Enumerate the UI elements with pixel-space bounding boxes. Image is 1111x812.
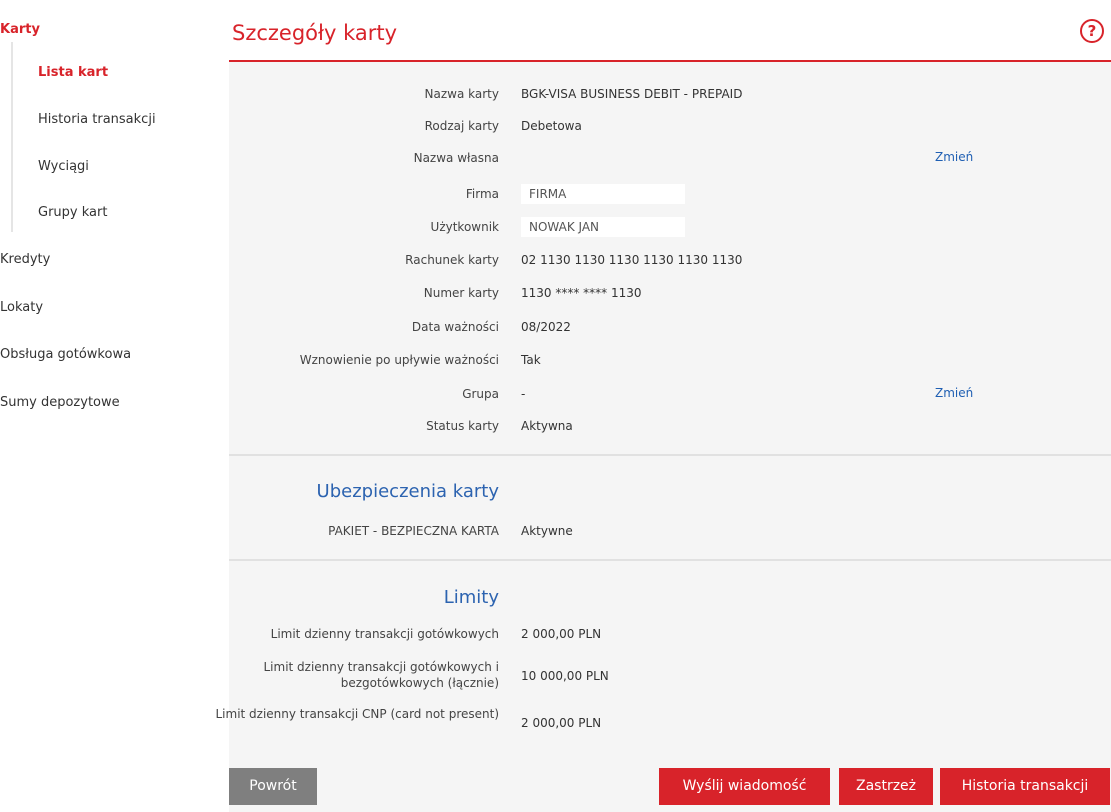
section-divider — [229, 559, 1111, 561]
nav-item-obsluga-gotowkowa[interactable]: Obsługa gotówkowa — [0, 347, 131, 362]
detail-label: Nazwa karty — [424, 87, 499, 101]
detail-row-status-karty: Status karty Aktywna — [229, 418, 1111, 438]
back-button[interactable]: Powrót — [229, 768, 317, 805]
nav-item-lokaty[interactable]: Lokaty — [0, 300, 43, 315]
detail-label: Grupa — [462, 387, 499, 401]
detail-label: Nazwa własna — [413, 151, 499, 165]
transaction-history-button[interactable]: Historia transakcji — [940, 768, 1110, 805]
limit-row: Limit dzienny transakcji gotówkowych 2 0… — [229, 626, 1111, 646]
detail-label: Data ważności — [411, 320, 499, 334]
help-icon[interactable]: ? — [1080, 19, 1104, 43]
nav-item-grupy-kart[interactable]: Grupy kart — [38, 205, 107, 220]
insurance-section-title: Ubezpieczenia karty — [316, 481, 499, 502]
sidebar-subnav-line — [11, 42, 13, 232]
send-message-button[interactable]: Wyślij wiadomość — [659, 768, 830, 805]
panel-header: Szczegóły karty ? — [229, 6, 1111, 62]
detail-label: Status karty — [426, 419, 499, 433]
detail-value: Tak — [521, 353, 541, 367]
detail-label: Firma — [465, 187, 499, 201]
section-divider — [229, 454, 1111, 456]
detail-value: 08/2022 — [521, 320, 571, 334]
detail-row-data-waznosci: Data ważności 08/2022 — [229, 319, 1111, 339]
detail-value: - — [521, 387, 526, 401]
limit-label: Limit dzienny transakcji gotówkowych i b… — [263, 660, 499, 690]
change-custom-name-link[interactable]: Zmień — [935, 150, 973, 164]
detail-row-rachunek-karty: Rachunek karty 02 1130 1130 1130 1130 11… — [229, 252, 1111, 272]
detail-row-nazwa-karty: Nazwa karty BGK-VISA BUSINESS DEBIT - PR… — [229, 86, 1111, 106]
limit-row: Limit dzienny transakcji gotówkowych i b… — [229, 659, 1111, 693]
detail-label: Rodzaj karty — [424, 119, 499, 133]
nav-item-sumy-depozytowe[interactable]: Sumy depozytowe — [0, 395, 120, 410]
detail-label: Wznowienie po upływie ważności — [299, 353, 499, 367]
detail-row-grupa: Grupa - Zmień — [229, 386, 1111, 406]
detail-row-uzytkownik: Użytkownik NOWAK JAN — [229, 217, 1111, 239]
detail-value: BGK-VISA BUSINESS DEBIT - PREPAID — [521, 87, 743, 101]
nav-item-kredyty[interactable]: Kredyty — [0, 252, 50, 267]
nav-item-wyciagi[interactable]: Wyciągi — [38, 159, 89, 174]
limit-value: 2 000,00 PLN — [521, 716, 602, 730]
detail-row-nazwa-wlasna: Nazwa własna Zmień — [229, 150, 1111, 170]
card-status-value: Aktywna — [521, 419, 573, 433]
detail-value: 02 1130 1130 1130 1130 1130 1130 — [521, 253, 743, 267]
user-value: NOWAK JAN — [521, 217, 685, 237]
limit-label: Limit dzienny transakcji CNP (card not p… — [215, 707, 499, 721]
detail-label: Numer karty — [423, 286, 499, 300]
insurance-label: PAKIET - BEZPIECZNA KARTA — [328, 524, 499, 538]
detail-value: 1130 **** **** 1130 — [521, 286, 642, 300]
sidebar: Karty Lista kart Historia transakcji Wyc… — [0, 0, 210, 812]
nav-item-karty[interactable]: Karty — [0, 22, 40, 37]
nav-item-lista-kart[interactable]: Lista kart — [38, 65, 108, 80]
block-card-button[interactable]: Zastrzeż — [839, 768, 933, 805]
detail-label: Rachunek karty — [405, 253, 499, 267]
detail-label: Użytkownik — [430, 220, 499, 234]
detail-row-wznowienie: Wznowienie po upływie ważności Tak — [229, 352, 1111, 372]
limit-value: 10 000,00 PLN — [521, 669, 609, 683]
limits-section-title: Limity — [443, 587, 499, 608]
detail-value: Debetowa — [521, 119, 582, 133]
limit-row: Limit dzienny transakcji CNP (card not p… — [215, 706, 1111, 740]
detail-row-rodzaj-karty: Rodzaj karty Debetowa — [229, 118, 1111, 138]
limit-value: 2 000,00 PLN — [521, 627, 602, 641]
limit-label: Limit dzienny transakcji gotówkowych — [270, 627, 499, 641]
company-value: FIRMA — [521, 184, 685, 204]
page-title: Szczegóły karty — [232, 21, 398, 45]
card-details-panel: Szczegóły karty ? Nazwa karty BGK-VISA B… — [215, 6, 1111, 812]
insurance-row: PAKIET - BEZPIECZNA KARTA Aktywne — [229, 523, 1111, 543]
nav-item-historia-transakcji[interactable]: Historia transakcji — [38, 112, 156, 127]
change-group-link[interactable]: Zmień — [935, 386, 973, 400]
insurance-value: Aktywne — [521, 524, 573, 538]
detail-row-numer-karty: Numer karty 1130 **** **** 1130 — [229, 285, 1111, 305]
detail-row-firma: Firma FIRMA — [229, 184, 1111, 206]
